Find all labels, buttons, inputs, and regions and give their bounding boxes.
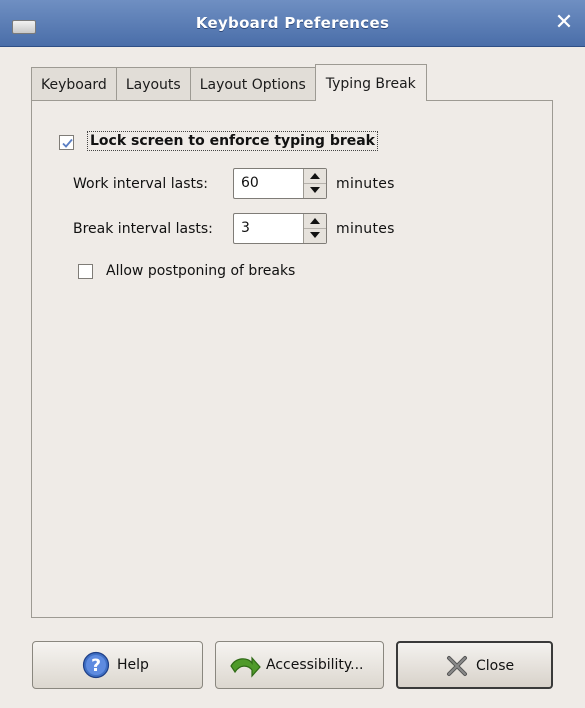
close-x-icon: [447, 656, 467, 676]
allow-postponing-label[interactable]: Allow postponing of breaks: [106, 263, 295, 279]
help-icon: ?: [82, 651, 110, 679]
tab-keyboard[interactable]: Keyboard: [31, 67, 117, 101]
arrow-down-icon: [310, 232, 320, 238]
break-interval-increment[interactable]: [304, 214, 326, 229]
break-interval-label: Break interval lasts:: [73, 221, 213, 237]
break-interval-spinbox[interactable]: 3: [233, 213, 327, 244]
close-button-label: Close: [476, 658, 515, 674]
accessibility-arrow-icon: [230, 656, 261, 678]
work-interval-value[interactable]: 60: [241, 169, 259, 198]
break-interval-value[interactable]: 3: [241, 214, 250, 243]
work-interval-unit: minutes: [336, 176, 395, 192]
break-interval-stepper: [303, 214, 326, 243]
arrow-up-icon: [310, 173, 320, 179]
help-button[interactable]: ? Help: [32, 641, 203, 689]
title-bar: Keyboard Preferences ✕: [0, 0, 585, 47]
close-button[interactable]: Close: [396, 641, 553, 689]
break-interval-decrement[interactable]: [304, 229, 326, 243]
accessibility-button[interactable]: Accessibility...: [215, 641, 384, 689]
work-interval-decrement[interactable]: [304, 184, 326, 198]
accessibility-button-label: Accessibility...: [266, 657, 364, 673]
tab-bar: Keyboard Layouts Layout Options Typing B…: [31, 64, 427, 101]
work-interval-label: Work interval lasts:: [73, 176, 208, 192]
work-interval-increment[interactable]: [304, 169, 326, 184]
tab-layouts[interactable]: Layouts: [115, 67, 191, 101]
tab-layout-options[interactable]: Layout Options: [189, 67, 316, 101]
close-icon[interactable]: ✕: [549, 8, 579, 38]
work-interval-spinbox[interactable]: 60: [233, 168, 327, 199]
arrow-down-icon: [310, 187, 320, 193]
checkmark-icon: [62, 138, 73, 148]
tab-typing-break[interactable]: Typing Break: [314, 64, 427, 101]
lock-screen-checkbox[interactable]: [59, 135, 74, 150]
arrow-up-icon: [310, 218, 320, 224]
help-button-label: Help: [117, 657, 149, 673]
lock-screen-label[interactable]: Lock screen to enforce typing break: [87, 131, 378, 151]
svg-text:?: ?: [91, 656, 101, 676]
break-interval-unit: minutes: [336, 221, 395, 237]
work-interval-stepper: [303, 169, 326, 198]
window-title: Keyboard Preferences: [195, 14, 390, 32]
allow-postponing-checkbox[interactable]: [78, 264, 93, 279]
